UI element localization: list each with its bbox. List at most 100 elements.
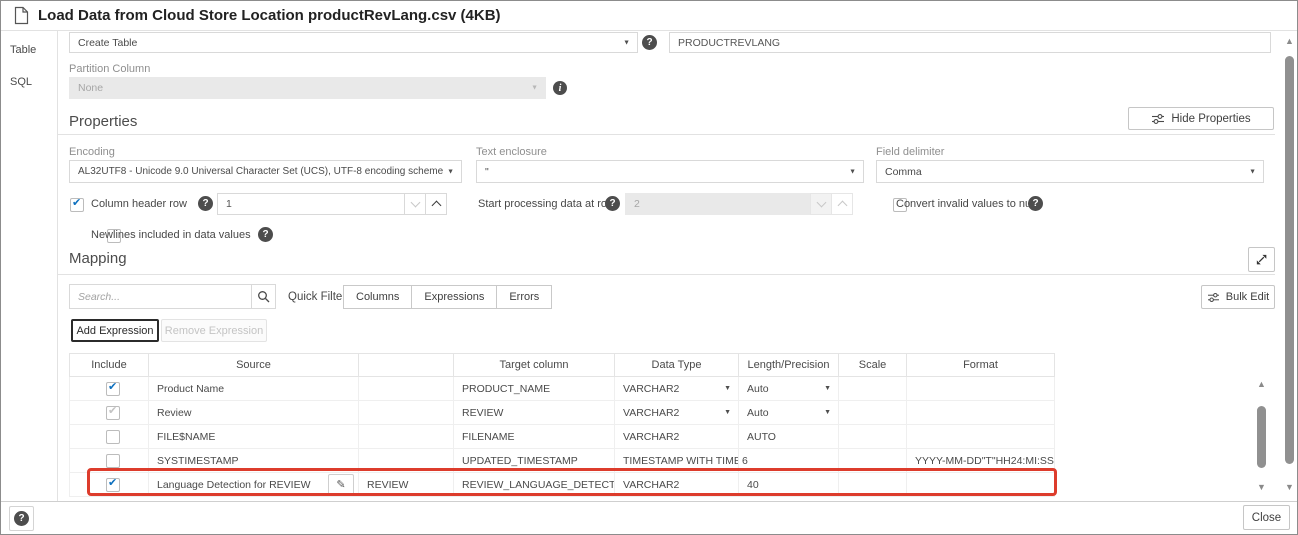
hide-properties-button[interactable]: Hide Properties <box>1128 107 1274 130</box>
cell-source: Review <box>149 401 359 425</box>
cell-length[interactable]: Auto▼ <box>739 401 839 425</box>
expand-icon <box>1255 253 1268 266</box>
header-expression <box>359 354 454 377</box>
help-icon: ? <box>14 511 29 526</box>
sliders-icon <box>1151 113 1165 125</box>
load-option-select[interactable]: Create Table ▼ <box>69 32 638 53</box>
table-header-row: Include Source Target column Data Type L… <box>70 354 1055 377</box>
sidebar-item-table[interactable]: Table <box>10 44 36 56</box>
convert-invalid-label: Convert invalid values to null <box>896 198 1036 210</box>
help-icon[interactable]: ? <box>642 35 657 50</box>
divider <box>58 274 1275 275</box>
scroll-down-icon[interactable]: ▼ <box>1281 483 1298 492</box>
text-enclosure-label: Text enclosure <box>476 146 547 158</box>
footer-help-button[interactable]: ? <box>9 506 34 531</box>
chevron-up-icon <box>837 201 847 211</box>
help-icon[interactable]: ? <box>605 196 620 211</box>
newlines-label: Newlines included in data values <box>91 229 251 241</box>
chevron-down-icon: ▼ <box>724 409 731 416</box>
chevron-down-icon: ▼ <box>623 39 630 46</box>
cell-length: 40 <box>739 473 839 497</box>
chevron-down-icon: ▼ <box>447 168 454 175</box>
help-icon[interactable]: ? <box>258 227 273 242</box>
add-expression-button[interactable]: Add Expression <box>71 319 159 342</box>
include-checkbox[interactable] <box>106 478 120 492</box>
header-format: Format <box>907 354 1055 377</box>
cell-data-type[interactable]: VARCHAR2▼ <box>615 377 739 401</box>
search-input[interactable] <box>69 284 252 309</box>
field-delimiter-label: Field delimiter <box>876 146 944 158</box>
chevron-down-icon: ▼ <box>531 85 538 92</box>
filter-columns-button[interactable]: Columns <box>343 285 412 309</box>
column-header-row-checkbox[interactable] <box>70 198 84 212</box>
scroll-up-icon[interactable]: ▲ <box>1253 380 1270 389</box>
length-value: Auto <box>747 407 769 419</box>
cell-source: Language Detection for REVIEW✎ <box>149 473 359 497</box>
scrollbar-thumb[interactable] <box>1285 56 1294 464</box>
table-scrollbar: ▲ ▼ <box>1253 378 1270 494</box>
cell-expression <box>359 425 454 449</box>
quick-filter-label: Quick Filter: <box>288 291 349 303</box>
cell-target: REVIEW <box>454 401 615 425</box>
cell-expression <box>359 449 454 473</box>
dialog-header: Load Data from Cloud Store Location prod… <box>1 1 1298 31</box>
scroll-down-icon[interactable]: ▼ <box>1253 483 1270 492</box>
field-delimiter-select[interactable]: Comma ▼ <box>876 160 1264 183</box>
include-checkbox[interactable] <box>106 454 120 468</box>
spinner-up-button[interactable] <box>425 193 447 215</box>
search-icon <box>257 290 270 303</box>
partition-column-select: None ▼ <box>69 77 546 99</box>
info-icon[interactable]: i <box>553 81 567 95</box>
filter-expressions-button[interactable]: Expressions <box>412 285 497 309</box>
close-button[interactable]: Close <box>1243 505 1290 530</box>
cell-scale <box>839 401 907 425</box>
data-type-value: VARCHAR2 <box>623 407 679 419</box>
help-icon[interactable]: ? <box>198 196 213 211</box>
edit-expression-button[interactable]: ✎ <box>328 474 354 496</box>
field-delimiter-value: Comma <box>885 166 922 178</box>
header-source: Source <box>149 354 359 377</box>
cell-expression <box>359 401 454 425</box>
sidebar: Table SQL <box>1 31 58 501</box>
cell-source: SYSTIMESTAMP <box>149 449 359 473</box>
search-button[interactable] <box>251 284 276 309</box>
table-row: FILE$NAME FILENAME VARCHAR2 AUTO <box>70 425 1055 449</box>
partition-column-value: None <box>78 82 103 94</box>
chevron-down-icon <box>816 198 826 208</box>
bulk-edit-label: Bulk Edit <box>1226 291 1269 303</box>
sidebar-item-sql[interactable]: SQL <box>10 76 32 88</box>
chevron-down-icon <box>410 198 420 208</box>
scrollbar-thumb[interactable] <box>1257 406 1266 468</box>
table-row: SYSTIMESTAMP UPDATED_TIMESTAMP TIMESTAMP… <box>70 449 1055 473</box>
cell-format: YYYY-MM-DD"T"HH24:MI:SS.FFTZ <box>907 449 1055 473</box>
cell-data-type[interactable]: VARCHAR2 ▼ <box>615 401 739 425</box>
cell-source: FILE$NAME <box>149 425 359 449</box>
encoding-label: Encoding <box>69 146 115 158</box>
scroll-up-icon[interactable]: ▲ <box>1281 37 1298 46</box>
properties-heading: Properties <box>69 113 137 130</box>
include-checkbox <box>106 406 120 420</box>
cell-length[interactable]: Auto▼ <box>739 377 839 401</box>
column-header-row-input[interactable]: 1 <box>217 193 405 215</box>
filter-errors-button[interactable]: Errors <box>497 285 552 309</box>
help-icon[interactable]: ? <box>1028 196 1043 211</box>
expand-button[interactable] <box>1248 247 1275 272</box>
encoding-select[interactable]: AL32UTF8 - Unicode 9.0 Universal Charact… <box>69 160 462 183</box>
cell-scale <box>839 473 907 497</box>
cell-format <box>907 401 1055 425</box>
table-row-highlighted: Language Detection for REVIEW✎ REVIEW RE… <box>70 473 1055 497</box>
include-checkbox[interactable] <box>106 382 120 396</box>
table-name-input[interactable] <box>669 32 1271 53</box>
cell-target: PRODUCT_NAME <box>454 377 615 401</box>
chevron-down-icon: ▼ <box>724 385 731 392</box>
column-header-row-value: 1 <box>226 198 232 210</box>
cell-scale <box>839 425 907 449</box>
hide-properties-label: Hide Properties <box>1171 113 1250 125</box>
include-checkbox[interactable] <box>106 430 120 444</box>
chevron-up-icon <box>431 201 441 211</box>
bulk-edit-button[interactable]: Bulk Edit <box>1201 285 1275 309</box>
text-enclosure-value: " <box>485 166 489 178</box>
text-enclosure-select[interactable]: " ▼ <box>476 160 864 183</box>
header-include: Include <box>70 354 149 377</box>
cell-data-type: VARCHAR2 <box>615 425 739 449</box>
